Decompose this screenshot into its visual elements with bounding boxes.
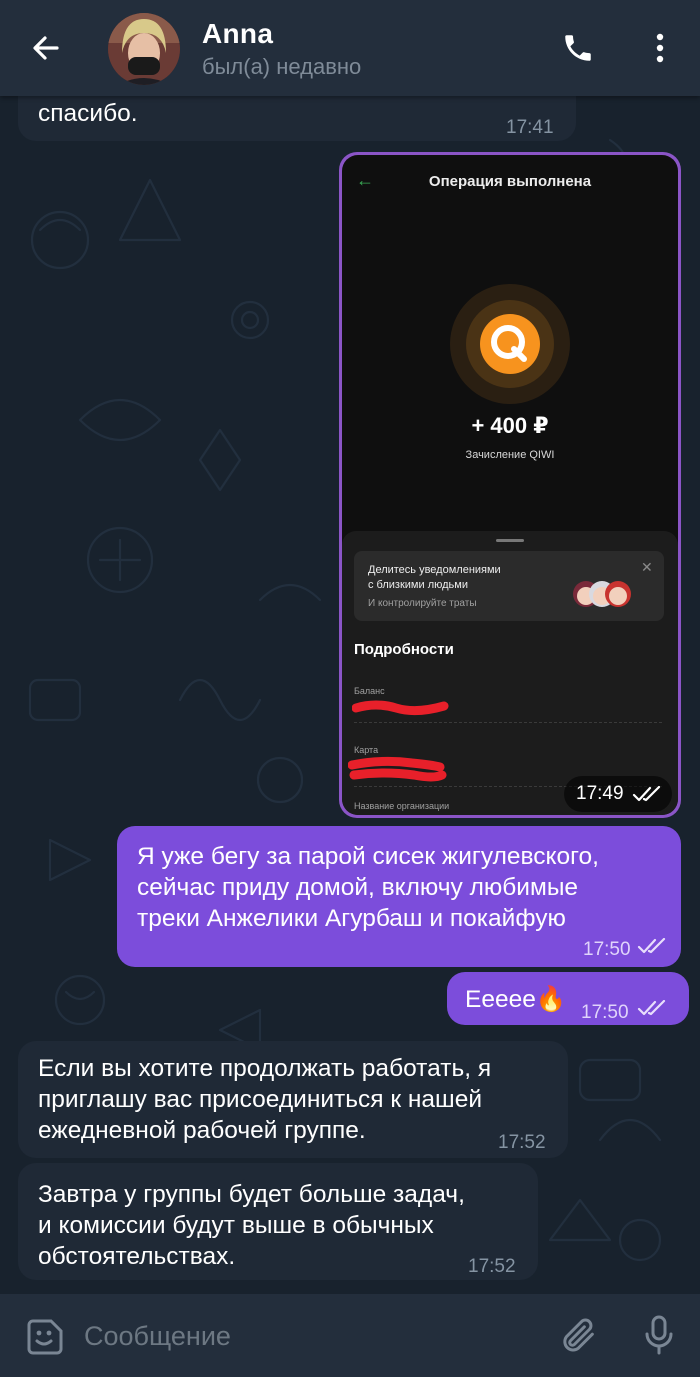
people-illustration-icon	[573, 581, 631, 607]
back-arrow-icon	[33, 36, 59, 60]
more-menu-button[interactable]	[638, 26, 682, 70]
redaction-scribble	[348, 756, 447, 782]
sticker-button[interactable]	[22, 1314, 68, 1360]
double-check-icon	[637, 938, 666, 954]
call-button[interactable]	[556, 26, 600, 70]
message-text: Если вы хотите продолжать работать, я пр…	[38, 1055, 492, 1144]
message-bubble-incoming[interactable]: Если вы хотите продолжать работать, я пр…	[18, 1041, 568, 1158]
message-text: Завтра у группы будет больше задач, и ко…	[38, 1181, 465, 1270]
voice-record-button[interactable]	[636, 1312, 682, 1358]
screenshot-label-card: Карта	[354, 745, 379, 755]
screenshot-details-sheet: Делитесь уведомлениями с близкими людьми…	[342, 531, 678, 815]
phone-icon	[565, 35, 591, 61]
double-check-icon	[632, 786, 661, 802]
message-time: 17:49	[576, 783, 624, 804]
screenshot-details-title: Подробности	[354, 641, 454, 658]
contact-status: был(а) недавно	[202, 54, 362, 79]
chat-header: Anna был(а) недавно	[0, 0, 700, 96]
promo-line2: с близкими людьми	[368, 579, 468, 591]
microphone-icon	[645, 1315, 673, 1355]
contact-name[interactable]: Anna	[202, 18, 273, 50]
message-text: спасибо.	[38, 100, 138, 127]
message-bubble-outgoing[interactable]: Ееeee🔥 17:50	[447, 972, 689, 1025]
payment-screenshot: ← Операция выполнена + 400 ₽ Зачисление …	[342, 155, 678, 815]
screenshot-amount: + 400 ₽	[471, 413, 549, 438]
message-input-bar	[0, 1294, 700, 1377]
more-vertical-icon	[656, 33, 664, 63]
message-text: Я уже бегу за парой сисек жигулевского, …	[137, 843, 599, 932]
message-bubble-outgoing[interactable]: Я уже бегу за парой сисек жигулевского, …	[117, 826, 681, 967]
message-input[interactable]	[84, 1314, 524, 1358]
attach-button[interactable]	[556, 1312, 602, 1358]
promo-line1: Делитесь уведомлениями	[368, 564, 501, 576]
message-time: 17:52	[498, 1132, 546, 1153]
image-time-pill: 17:49	[564, 776, 672, 812]
message-time: 17:50	[583, 939, 631, 960]
message-text: Ееeee🔥	[465, 986, 567, 1013]
message-image-outgoing[interactable]: ← Операция выполнена + 400 ₽ Зачисление …	[339, 152, 681, 818]
screenshot-title: Операция выполнена	[428, 173, 592, 190]
promo-close-icon: ✕	[641, 559, 653, 575]
screenshot-label-org: Название организации	[354, 801, 450, 811]
screenshot-subtitle: Зачисление QIWI	[465, 449, 555, 461]
sheet-handle	[496, 539, 524, 542]
avatar-image	[108, 13, 180, 85]
paperclip-icon	[563, 1318, 594, 1352]
redaction-scribble	[352, 700, 449, 716]
sticker-icon	[27, 1319, 63, 1355]
avatar[interactable]	[108, 13, 180, 85]
back-button[interactable]	[22, 24, 70, 72]
screenshot-promo-card: Делитесь уведомлениями с близкими людьми…	[354, 551, 664, 621]
message-time: 17:50	[581, 1002, 629, 1023]
promo-line3: И контролируйте траты	[368, 598, 477, 609]
message-time: 17:41	[506, 117, 554, 138]
double-check-icon	[637, 1000, 666, 1016]
message-time: 17:52	[468, 1256, 516, 1277]
divider	[354, 722, 662, 723]
message-bubble-incoming[interactable]: Завтра у группы будет больше задач, и ко…	[18, 1163, 538, 1280]
screenshot-label-balance: Баланс	[354, 686, 385, 696]
